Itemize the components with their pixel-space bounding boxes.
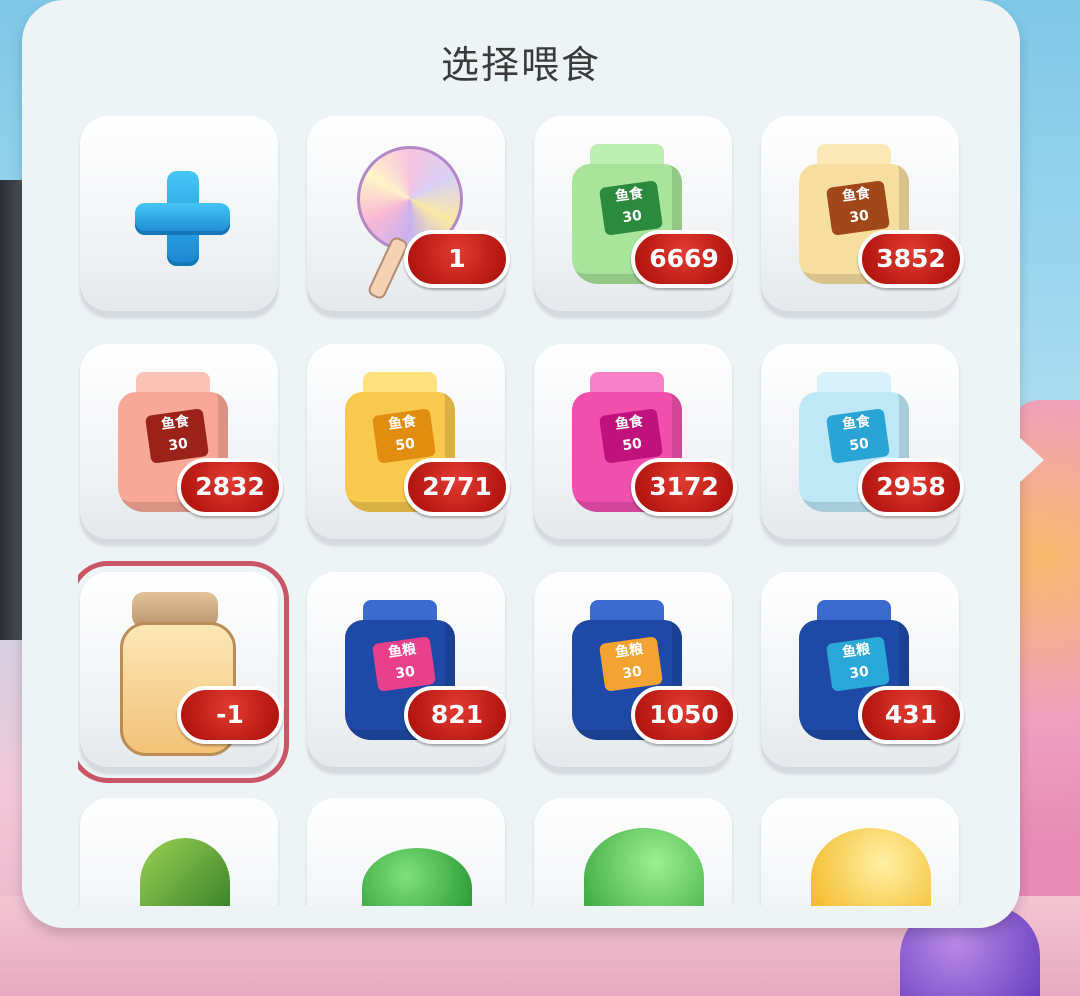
count-badge: 3852 — [858, 230, 964, 288]
food-grid: 1 鱼食 30 6669 鱼食 30 3852 鱼食 30 2832 鱼食 50… — [78, 116, 968, 906]
food-tile-fish-food[interactable]: 鱼食 30 6669 — [534, 116, 737, 316]
food-tile-green-slime[interactable] — [307, 798, 505, 906]
count-badge: 6669 — [631, 230, 737, 288]
count-badge: 2958 — [858, 458, 964, 516]
food-tile-fish-food[interactable]: 鱼食 50 2958 — [761, 344, 964, 544]
count-badge: 1050 — [631, 686, 737, 744]
food-tile-lollipop[interactable]: 1 — [307, 116, 510, 316]
panel-pointer-arrow — [1018, 436, 1044, 484]
food-tile-yellow-drop[interactable] — [761, 798, 959, 906]
green-drop-icon — [584, 828, 704, 906]
panel-title: 选择喂食 — [440, 43, 601, 87]
count-badge: 821 — [404, 686, 510, 744]
green-slime-icon — [362, 848, 472, 906]
count-badge: 3172 — [631, 458, 737, 516]
food-tile-fish-food[interactable]: 鱼食 50 2771 — [307, 344, 510, 544]
food-tile-fish-grain[interactable]: 鱼粮 30 1050 — [534, 572, 737, 772]
count-badge: 1 — [404, 230, 510, 288]
sprout-icon — [140, 838, 230, 906]
count-badge: 431 — [858, 686, 964, 744]
food-tile-fish-food[interactable]: 鱼食 30 3852 — [761, 116, 964, 316]
food-tile-fish-grain[interactable]: 鱼粮 30 431 — [761, 572, 964, 772]
count-badge: 2832 — [177, 458, 283, 516]
yellow-drop-icon — [811, 828, 931, 906]
food-tile-sprout[interactable] — [80, 798, 278, 906]
count-badge: 2771 — [404, 458, 510, 516]
count-badge: -1 — [177, 686, 283, 744]
food-tile-green-drop[interactable] — [534, 798, 732, 906]
feed-selection-panel: 选择喂食 1 鱼食 30 6669 鱼食 30 3852 鱼食 30 2832 … — [22, 0, 1020, 928]
food-tile-add[interactable] — [80, 116, 278, 316]
food-tile-fish-food[interactable]: 鱼食 50 3172 — [534, 344, 737, 544]
food-tile-jar[interactable]: -1 — [78, 561, 289, 783]
food-tile-fish-grain[interactable]: 鱼粮 30 821 — [307, 572, 510, 772]
plus-icon — [135, 171, 230, 266]
food-tile-fish-food[interactable]: 鱼食 30 2832 — [80, 344, 283, 544]
